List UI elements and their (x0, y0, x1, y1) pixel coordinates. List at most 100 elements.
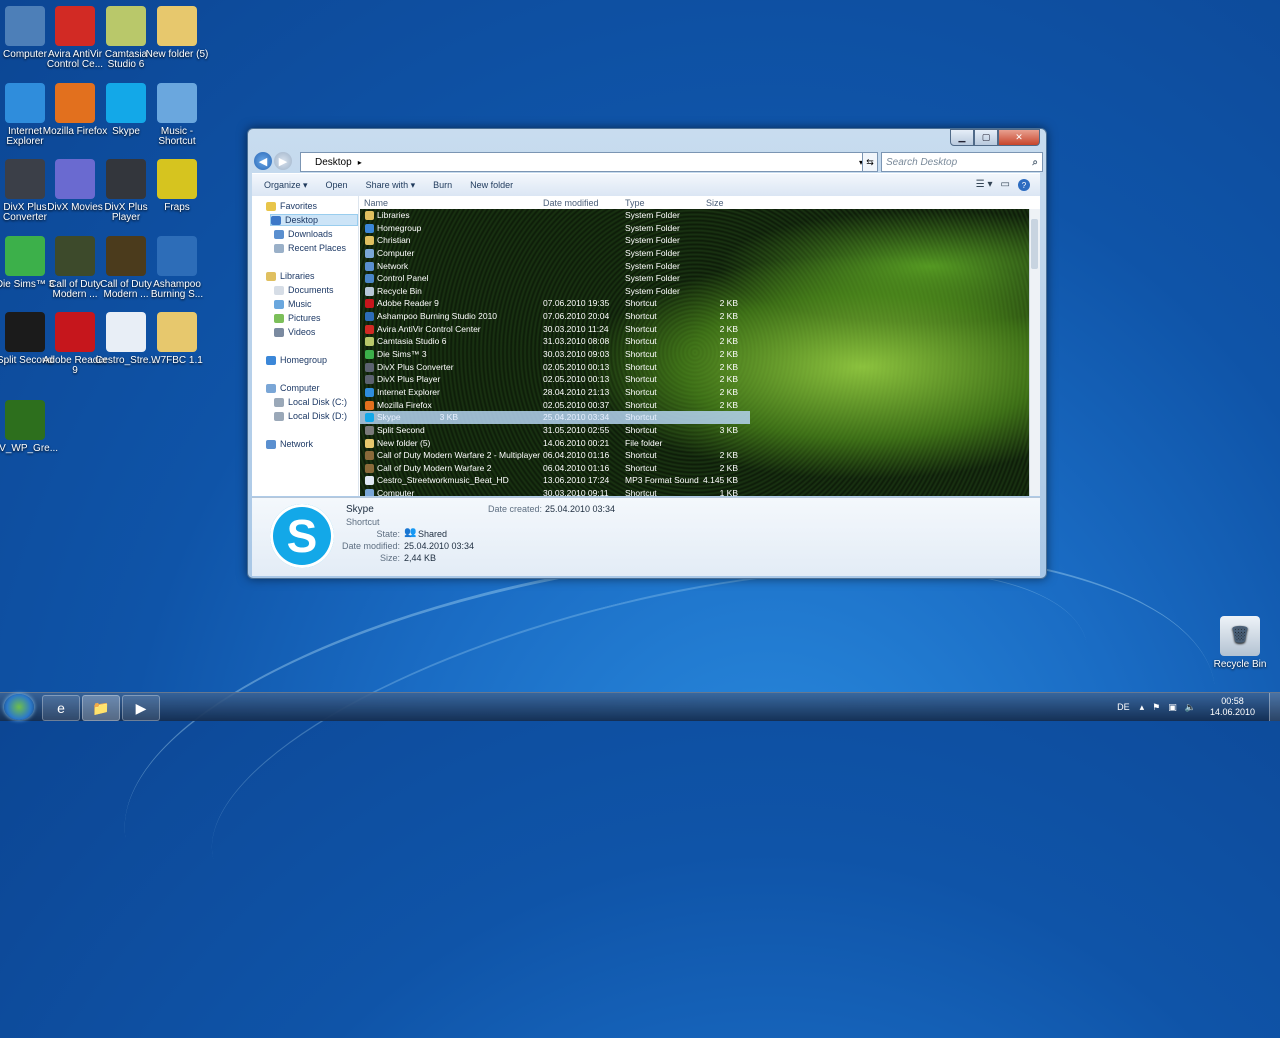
file-row[interactable]: Split Second 31.05.2010 02:55 Shortcut 3 KB (360, 424, 1030, 437)
file-row[interactable]: DivX Plus Player 02.05.2010 00:13 Shortcut… (360, 373, 1030, 386)
mp3-icon (106, 312, 146, 352)
vertical-scrollbar[interactable] (1029, 209, 1040, 496)
file-icon (365, 236, 374, 246)
refresh-button[interactable]: ⇆ (862, 152, 878, 172)
desktop-shortcut[interactable]: New folder (5) (143, 6, 211, 60)
share-with-button[interactable]: Share with ▾ (366, 180, 416, 191)
file-row[interactable]: Skype 25.04.2010 03:34 Shortcut 3 KB (360, 411, 750, 424)
nav-documents[interactable]: Documents (274, 285, 334, 295)
column-type[interactable]: Type (625, 198, 645, 208)
nav-network[interactable]: Network (266, 439, 313, 449)
nav-homegroup[interactable]: Homegroup (266, 355, 327, 365)
desktop-shortcut[interactable]: W7FBC 1.1 (143, 312, 211, 366)
clock-date: 14.06.2010 (1209, 707, 1255, 717)
scrollbar-thumb[interactable] (1031, 219, 1038, 269)
file-name: Skype (377, 412, 401, 423)
network-tray-icon[interactable]: ▣ (1168, 702, 1177, 713)
nav-videos[interactable]: Videos (274, 327, 315, 337)
volume-icon[interactable]: 🔈 (1185, 702, 1196, 713)
language-indicator[interactable]: DE (1117, 702, 1130, 712)
show-desktop-button[interactable] (1269, 693, 1280, 721)
file-name: Mozilla Firefox (377, 399, 432, 410)
address-field[interactable]: Desktop ▸ ▾ (300, 152, 868, 172)
breadcrumb[interactable]: Desktop (315, 157, 352, 168)
file-row[interactable]: Christian System Folder (360, 234, 1030, 247)
column-name[interactable]: Name (364, 198, 388, 208)
nav-desktop-label: Desktop (285, 215, 319, 225)
nav-local-disk-c[interactable]: Local Disk (C:) (274, 397, 347, 407)
action-center-icon[interactable]: ⚑ (1152, 702, 1160, 713)
search-input[interactable]: Search Desktop (886, 157, 1032, 168)
desktop-shortcut-label: W7FBC 1.1 (151, 355, 203, 366)
nav-favorites[interactable]: Favorites (266, 201, 317, 211)
open-button[interactable]: Open (326, 180, 348, 190)
forward-button[interactable]: ▶ (274, 152, 292, 170)
file-row[interactable]: Mozilla Firefox 02.05.2010 00:37 Shortcut 2… (360, 399, 1030, 412)
nav-computer[interactable]: Computer (266, 383, 320, 393)
desktop-shortcut[interactable]: NV_WP_Gre... (0, 400, 59, 454)
close-button[interactable]: ✕ (998, 129, 1040, 146)
nav-downloads[interactable]: Downloads (274, 229, 333, 239)
nav-libraries[interactable]: Libraries (266, 271, 315, 281)
avira-icon (55, 6, 95, 46)
desktop-shortcut[interactable]: Ashampoo Burning S... (143, 236, 211, 300)
preview-pane-icon[interactable]: ▭ (1001, 179, 1010, 191)
start-button[interactable] (4, 694, 34, 720)
cod-icon (55, 236, 95, 276)
file-row[interactable]: Call of Duty Modern Warfare 2 - Multipla… (360, 449, 1030, 462)
file-date: 28.04.2010 21:13 (543, 386, 610, 397)
file-row[interactable]: Recycle Bin System Folder (360, 285, 1030, 298)
desktop-shortcut[interactable]: Fraps (143, 159, 211, 213)
file-row[interactable]: Camtasia Studio 6 31.03.2010 08:08 Shortcu… (360, 335, 1030, 348)
nav-recent-places[interactable]: Recent Places (274, 243, 346, 253)
file-row[interactable]: Adobe Reader 9 07.06.2010 19:35 Shortcut 2 … (360, 297, 1030, 310)
help-icon[interactable]: ? (1018, 179, 1030, 191)
column-date-modified[interactable]: Date modified (543, 198, 599, 208)
file-date: 13.06.2010 17:24 (543, 475, 610, 486)
file-row[interactable]: Computer System Folder (360, 247, 1030, 260)
file-type: MP3 Format Sound (625, 475, 699, 486)
new-folder-button[interactable]: New folder (470, 180, 513, 190)
file-row[interactable]: Control Panel System Folder (360, 272, 1030, 285)
taskbar-media-player-icon[interactable]: ▶ (122, 695, 160, 721)
maximize-button[interactable]: ▢ (974, 129, 998, 146)
file-name: DivX Plus Player (377, 374, 441, 385)
nav-pictures[interactable]: Pictures (274, 313, 321, 323)
recycle-bin-desktop-icon[interactable]: 🗑 Recycle Bin (1206, 616, 1274, 670)
taskbar-ie-icon[interactable]: e (42, 695, 80, 721)
file-row[interactable]: Internet Explorer 28.04.2010 21:13 Shortcu… (360, 386, 1030, 399)
taskbar-explorer-icon[interactable]: 📁 (82, 695, 120, 721)
file-row[interactable]: New folder (5) 14.06.2010 00:21 File folde… (360, 437, 1030, 450)
tray-expand-icon[interactable]: ▴ (1140, 702, 1145, 713)
view-options-icon[interactable]: ☰ ▾ (976, 179, 993, 191)
file-row[interactable]: Cestro_Streetworkmusic_Beat_HD 13.06.2010… (360, 474, 1030, 487)
ie-icon (5, 83, 45, 123)
file-row[interactable]: Die Sims™ 3 30.03.2010 09:03 Shortcut 2 KB (360, 348, 1030, 361)
nav-desktop[interactable]: Desktop (270, 214, 358, 226)
desktop-shortcut[interactable]: Music - Shortcut (143, 83, 211, 147)
file-list[interactable]: Name Date modified Type Size Libraries Sy… (360, 196, 1040, 496)
back-button[interactable]: ◀ (254, 152, 272, 170)
column-size[interactable]: Size (706, 198, 724, 208)
file-date: 14.06.2010 00:21 (543, 437, 610, 448)
clock[interactable]: 00:58 14.06.2010 (1210, 696, 1255, 718)
search-box[interactable]: Search Desktop ⌕ (881, 152, 1043, 172)
file-row[interactable]: Avira AntiVir Control Center 30.03.2010 1… (360, 323, 1030, 336)
breadcrumb-arrow-icon[interactable]: ▸ (358, 158, 362, 167)
explorer-window[interactable]: ▁ ▢ ✕ ◀ ▶ Desktop ▸ ▾ ⇆ Search Desktop ⌕… (247, 128, 1047, 579)
nav-music-label: Music (288, 299, 312, 309)
adobe-icon (55, 312, 95, 352)
burn-button[interactable]: Burn (433, 180, 452, 190)
file-row[interactable]: DivX Plus Converter 02.05.2010 00:13 Short… (360, 361, 1030, 374)
file-row[interactable]: Ashampoo Burning Studio 2010 07.06.2010 2… (360, 310, 1030, 323)
minimize-button[interactable]: ▁ (950, 129, 974, 146)
file-row[interactable]: Homegroup System Folder (360, 222, 1030, 235)
nav-local-disk-d[interactable]: Local Disk (D:) (274, 411, 347, 421)
organize-button[interactable]: Organize ▾ (264, 180, 308, 191)
file-row[interactable]: Network System Folder (360, 260, 1030, 273)
nav-music[interactable]: Music (274, 299, 312, 309)
desktop-shortcut-label: Ashampoo Burning S... (150, 279, 204, 300)
file-row[interactable]: Call of Duty Modern Warfare 2 06.04.2010 … (360, 462, 1030, 475)
file-row[interactable]: Libraries System Folder (360, 209, 1030, 222)
file-row[interactable]: Computer 30.03.2010 09:11 Shortcut 1 KB (360, 487, 1030, 496)
